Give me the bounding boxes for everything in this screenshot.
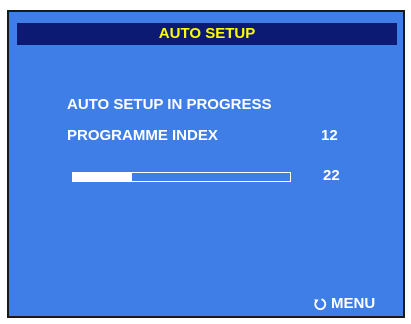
status-text: AUTO SETUP IN PROGRESS xyxy=(67,96,272,113)
programme-index-label: PROGRAMME INDEX xyxy=(67,127,218,144)
menu-button[interactable]: MENU xyxy=(313,295,375,313)
progress-bar-fill xyxy=(73,173,132,181)
menu-button-label: MENU xyxy=(331,295,376,312)
page-title: AUTO SETUP xyxy=(17,23,397,45)
progress-value: 22 xyxy=(323,167,340,184)
auto-setup-screen: AUTO SETUP AUTO SETUP IN PROGRESS PROGRA… xyxy=(7,10,405,318)
return-arrow-icon xyxy=(314,298,327,311)
programme-index-value: 12 xyxy=(321,127,338,144)
progress-bar xyxy=(72,172,291,182)
